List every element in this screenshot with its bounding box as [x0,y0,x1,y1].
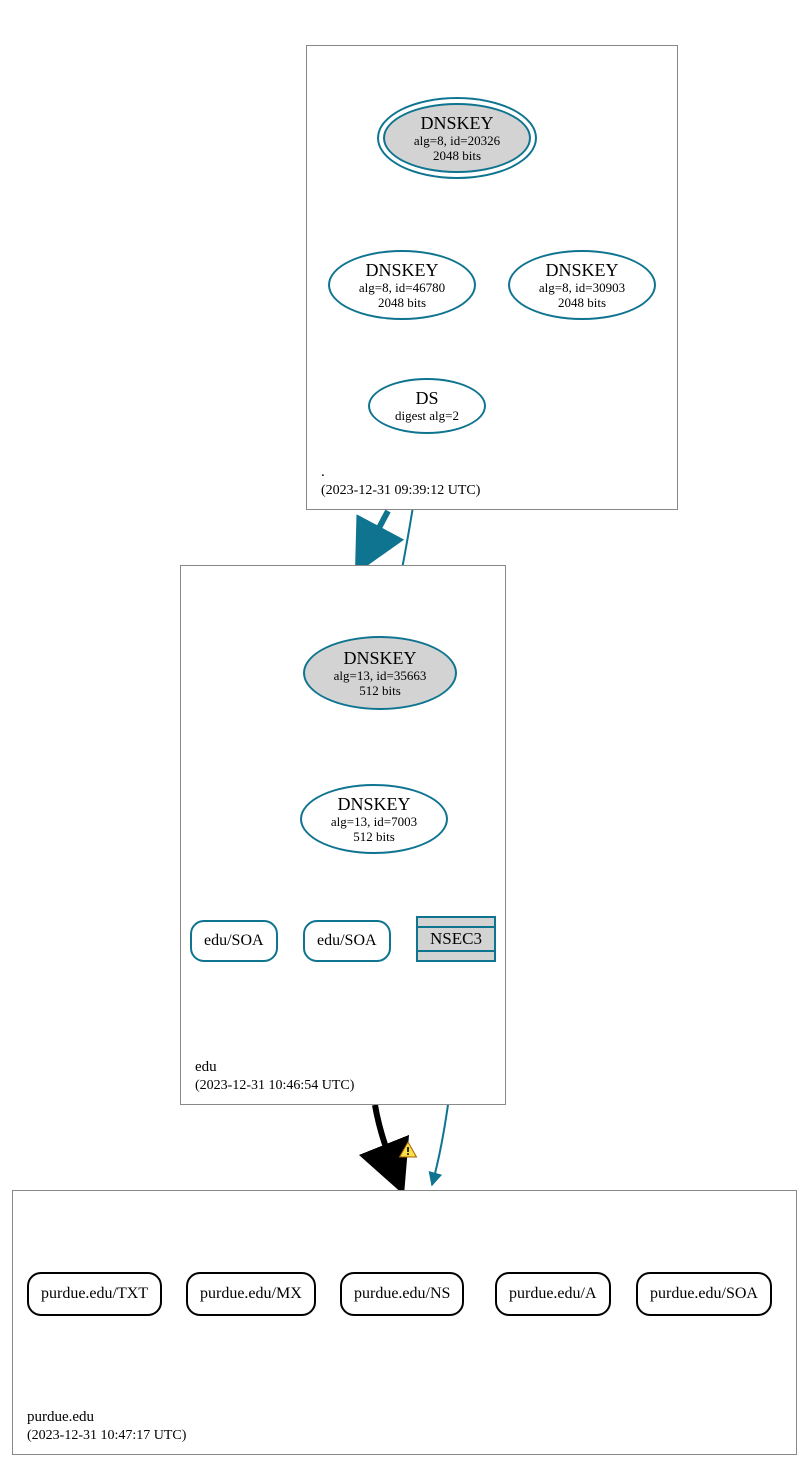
zone-root-name: . [321,463,480,482]
node-purdue-ns[interactable]: purdue.edu/NS [340,1272,464,1316]
edge-root-to-edu-delegation [360,511,388,565]
node-edu-zsk-line2: 512 bits [353,830,395,845]
node-root-zsk1[interactable]: DNSKEY alg=8, id=46780 2048 bits [328,250,476,320]
node-root-zsk1-title: DNSKEY [365,260,438,281]
node-edu-nsec3-label: NSEC3 [418,926,494,952]
node-root-ksk-line1: alg=8, id=20326 [414,134,500,149]
node-edu-zsk[interactable]: DNSKEY alg=13, id=7003 512 bits [300,784,448,854]
zone-root-timestamp: (2023-12-31 09:39:12 UTC) [321,482,480,500]
node-root-ds-title: DS [415,388,438,409]
zone-purdue-label: purdue.edu (2023-12-31 10:47:17 UTC) [27,1408,186,1444]
node-purdue-mx[interactable]: purdue.edu/MX [186,1272,316,1316]
node-root-ksk-line2: 2048 bits [433,149,481,164]
node-root-zsk2-line1: alg=8, id=30903 [539,281,625,296]
zone-root-label: . (2023-12-31 09:39:12 UTC) [321,463,480,499]
warning-icon[interactable] [398,1140,418,1160]
node-root-zsk2[interactable]: DNSKEY alg=8, id=30903 2048 bits [508,250,656,320]
node-root-ksk[interactable]: DNSKEY alg=8, id=20326 2048 bits [383,103,531,173]
node-edu-ksk-line1: alg=13, id=35663 [334,669,427,684]
node-root-ds[interactable]: DS digest alg=2 [368,378,486,434]
zone-purdue-name: purdue.edu [27,1408,186,1427]
node-purdue-txt[interactable]: purdue.edu/TXT [27,1272,162,1316]
dnssec-graph: . (2023-12-31 09:39:12 UTC) DNSKEY alg=8… [0,0,809,1473]
node-edu-ksk-title: DNSKEY [343,648,416,669]
node-root-zsk1-line2: 2048 bits [378,296,426,311]
node-root-zsk1-line1: alg=8, id=46780 [359,281,445,296]
node-edu-ksk-line2: 512 bits [359,684,401,699]
node-root-zsk2-title: DNSKEY [545,260,618,281]
zone-edu-name: edu [195,1058,354,1077]
node-edu-soa1[interactable]: edu/SOA [190,920,278,962]
node-purdue-soa[interactable]: purdue.edu/SOA [636,1272,772,1316]
zone-edu-timestamp: (2023-12-31 10:46:54 UTC) [195,1077,354,1095]
node-edu-soa2[interactable]: edu/SOA [303,920,391,962]
node-edu-ksk[interactable]: DNSKEY alg=13, id=35663 512 bits [303,636,457,710]
node-root-zsk2-line2: 2048 bits [558,296,606,311]
zone-purdue-timestamp: (2023-12-31 10:47:17 UTC) [27,1427,186,1445]
node-edu-zsk-line1: alg=13, id=7003 [331,815,417,830]
node-edu-zsk-title: DNSKEY [337,794,410,815]
node-edu-nsec3[interactable]: NSEC3 [416,916,496,962]
zone-purdue: purdue.edu (2023-12-31 10:47:17 UTC) [12,1190,797,1455]
node-root-ds-line1: digest alg=2 [395,409,459,424]
node-purdue-a[interactable]: purdue.edu/A [495,1272,611,1316]
zone-edu-label: edu (2023-12-31 10:46:54 UTC) [195,1058,354,1094]
node-root-ksk-title: DNSKEY [420,113,493,134]
edge-edu-to-purdue-delegation [375,1105,400,1185]
